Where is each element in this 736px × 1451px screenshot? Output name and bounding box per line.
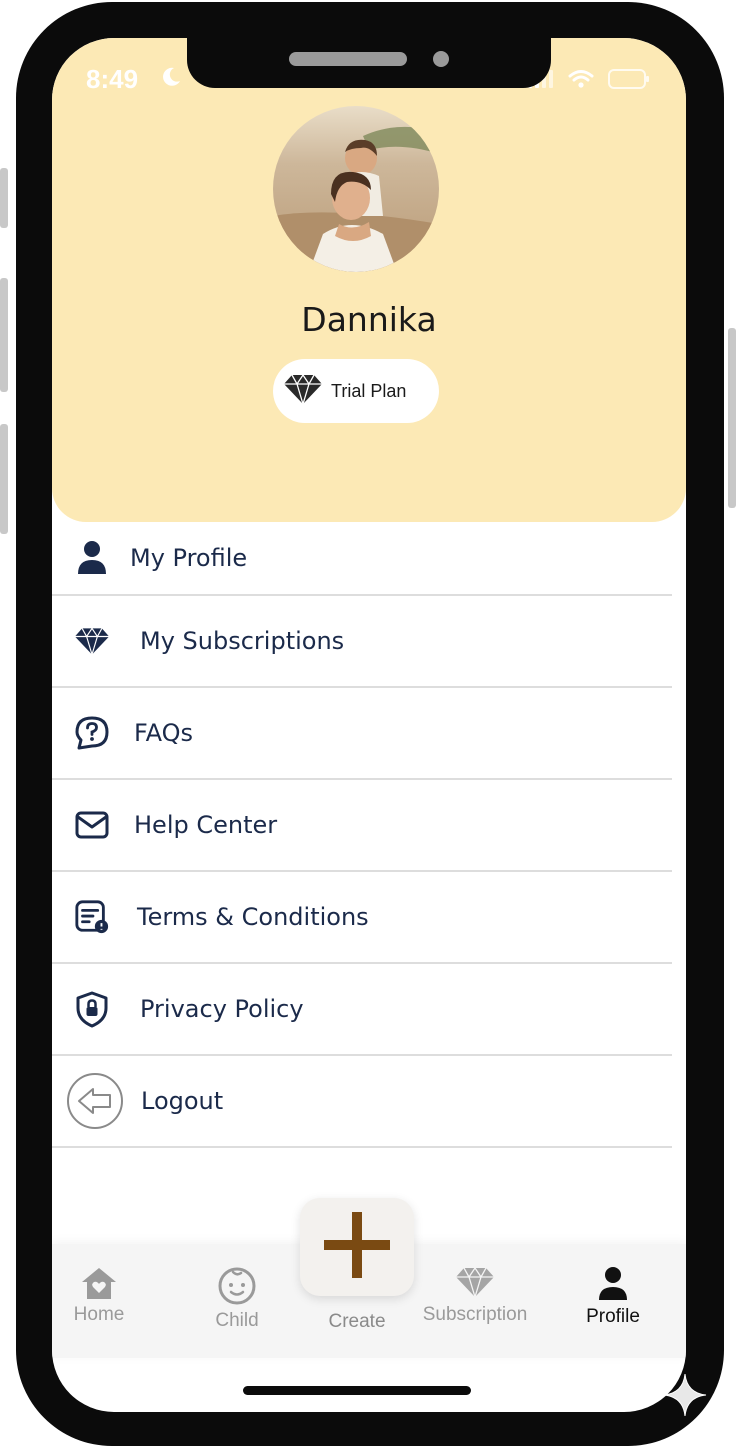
menu-item-my-profile[interactable]: My Profile xyxy=(52,522,672,596)
menu-label: Logout xyxy=(141,1087,224,1115)
shield-lock-icon xyxy=(74,991,110,1028)
avatar[interactable] xyxy=(273,106,439,272)
plus-icon xyxy=(324,1212,390,1282)
tab-subscription[interactable]: Subscription xyxy=(412,1244,538,1358)
volume-down-button xyxy=(0,424,8,534)
wifi-icon xyxy=(568,69,594,93)
tab-label: Child xyxy=(215,1310,259,1331)
menu-label: My Subscriptions xyxy=(140,627,345,655)
battery-icon xyxy=(608,68,650,94)
envelope-icon xyxy=(74,807,110,843)
baby-face-icon xyxy=(217,1266,257,1310)
question-bubble-icon xyxy=(74,715,110,751)
camera-dot xyxy=(433,51,449,67)
tab-label: Profile xyxy=(586,1306,640,1327)
power-button xyxy=(728,328,736,508)
menu-item-privacy-policy[interactable]: Privacy Policy xyxy=(52,964,672,1056)
diamond-icon xyxy=(455,1266,495,1302)
create-button[interactable] xyxy=(300,1198,414,1296)
volume-up-button xyxy=(0,278,8,392)
tab-child[interactable]: Child xyxy=(174,1244,300,1358)
person-icon xyxy=(74,540,110,576)
diamond-icon xyxy=(74,623,110,659)
menu-label: My Profile xyxy=(130,544,248,572)
menu-label: Help Center xyxy=(134,811,278,839)
menu-label: Privacy Policy xyxy=(140,995,304,1023)
profile-header: 8:49 Dannika Trial Plan xyxy=(52,38,686,522)
menu-item-faqs[interactable]: FAQs xyxy=(52,688,672,780)
create-label: Create xyxy=(328,1311,386,1332)
notch xyxy=(187,38,551,88)
menu-item-logout[interactable]: Logout xyxy=(52,1056,672,1148)
home-indicator[interactable] xyxy=(243,1386,471,1395)
status-time: 8:49 xyxy=(86,64,139,94)
tab-label: Home xyxy=(73,1304,125,1325)
menu-label: FAQs xyxy=(134,719,193,747)
speaker-grille xyxy=(289,52,407,66)
moon-icon xyxy=(160,66,182,92)
plan-badge[interactable]: Trial Plan xyxy=(273,359,439,423)
settings-menu: My Profile My Subscriptions FAQs Help Ce… xyxy=(52,522,672,1148)
tab-home[interactable]: Home xyxy=(52,1244,162,1358)
diamond-icon xyxy=(283,373,323,409)
menu-item-terms[interactable]: Terms & Conditions xyxy=(52,872,672,964)
tab-label: Subscription xyxy=(422,1304,528,1325)
menu-item-my-subscriptions[interactable]: My Subscriptions xyxy=(52,596,672,688)
tab-profile[interactable]: Profile xyxy=(550,1244,676,1358)
home-icon xyxy=(80,1266,118,1304)
user-name: Dannika xyxy=(301,300,437,339)
logout-arrow-icon xyxy=(66,1072,124,1130)
menu-label: Terms & Conditions xyxy=(137,903,369,931)
document-icon xyxy=(74,899,110,935)
plan-label: Trial Plan xyxy=(331,380,407,401)
menu-item-help-center[interactable]: Help Center xyxy=(52,780,672,872)
silent-switch xyxy=(0,168,8,228)
person-icon xyxy=(598,1266,628,1306)
sparkle-icon xyxy=(662,1372,708,1422)
app-screen: 8:49 Dannika Trial Plan My Profile My Su… xyxy=(52,38,686,1412)
